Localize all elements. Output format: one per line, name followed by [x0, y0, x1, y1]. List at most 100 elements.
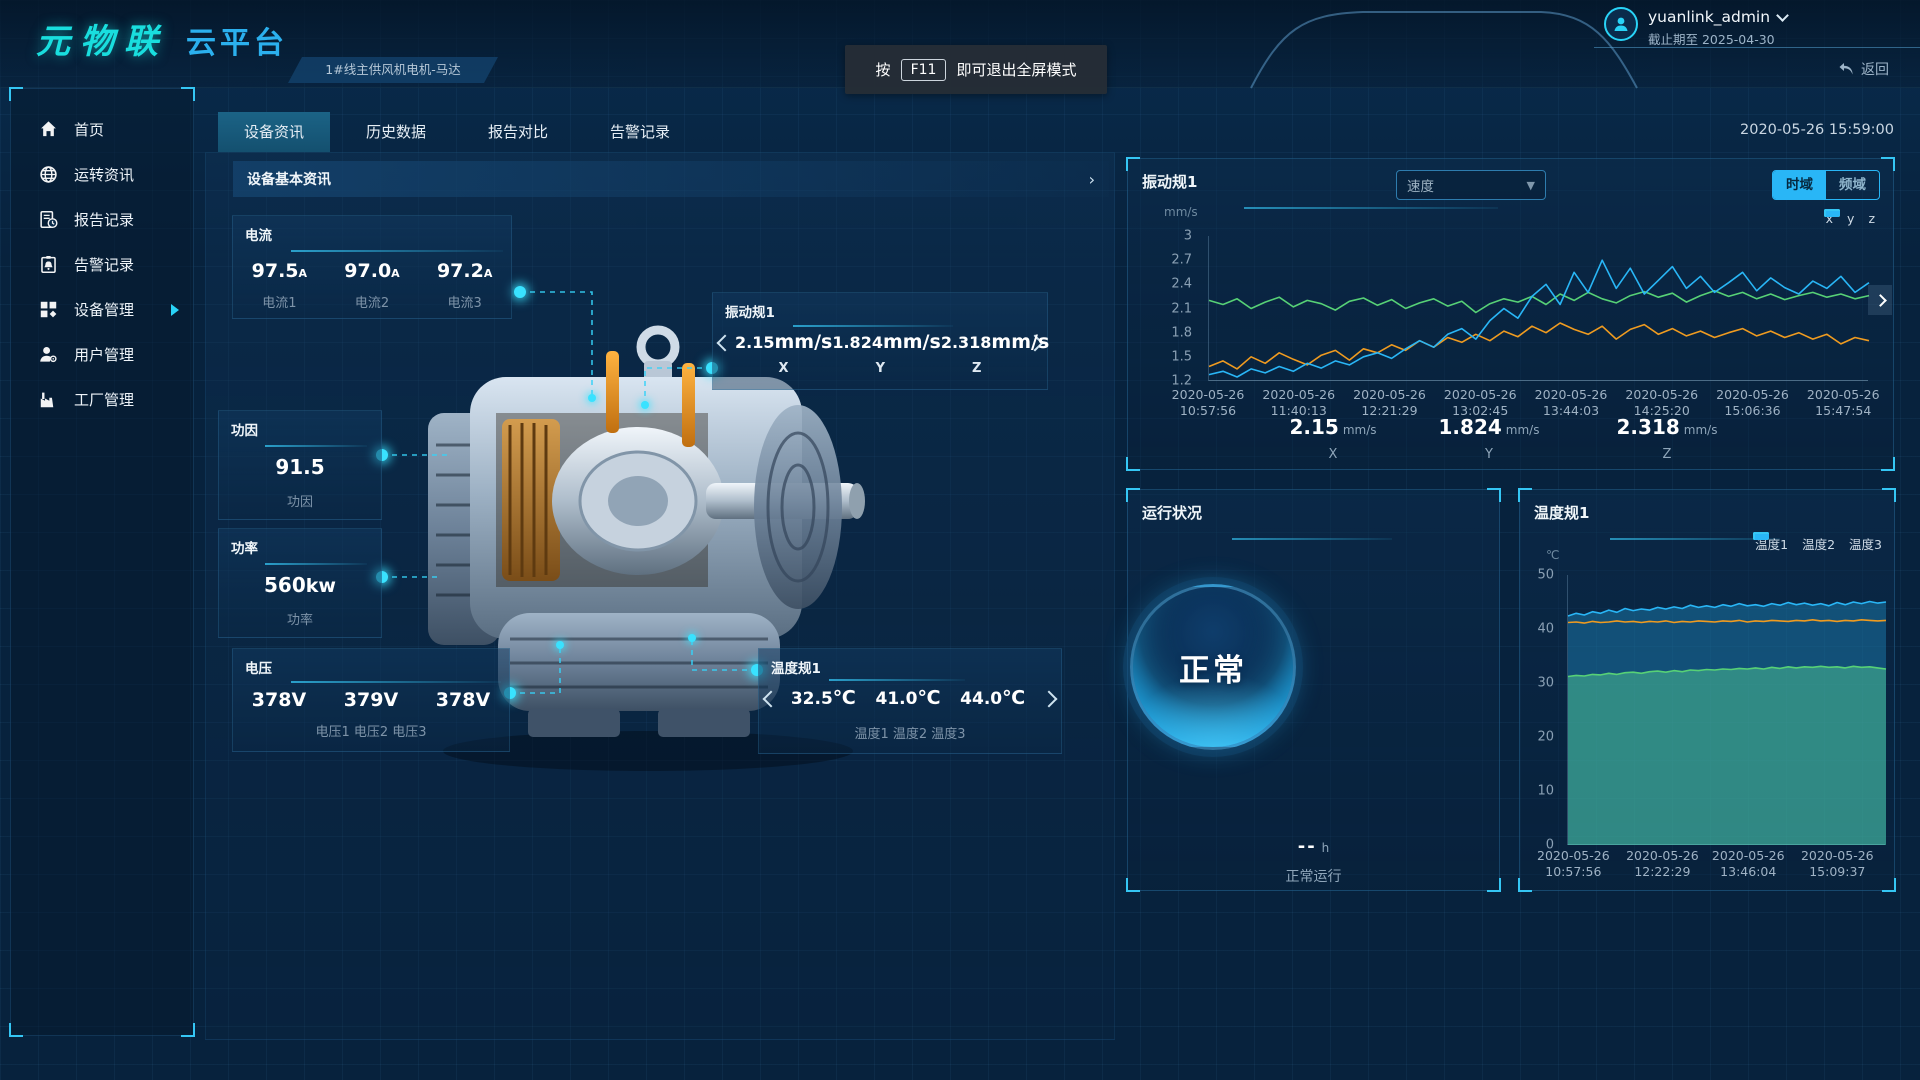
- legend-item[interactable]: z: [1868, 211, 1875, 226]
- current-2-value: 97.0: [344, 260, 391, 282]
- sidebar-item-operation-info[interactable]: 运转资讯: [11, 152, 193, 197]
- sidebar-item-report-records[interactable]: 报告记录: [11, 197, 193, 242]
- frequency-domain-button[interactable]: 频域: [1826, 171, 1879, 199]
- next-gauge-arrow[interactable]: [1041, 691, 1058, 708]
- power-factor-callout: 功因 91.5 功因: [218, 410, 382, 520]
- y-axis-tick: 10: [1537, 784, 1554, 799]
- status-panel: 运行状况 正常 --h 正常运行: [1127, 489, 1500, 891]
- tab-device-info[interactable]: 设备资讯: [218, 112, 330, 152]
- axis-label: Y: [876, 361, 885, 376]
- legend-item[interactable]: y: [1847, 211, 1854, 226]
- voltage-3-value: 378: [436, 689, 476, 711]
- unit: mm/s: [1684, 423, 1718, 437]
- unit: kw: [306, 575, 336, 597]
- sidebar-item-label: 报告记录: [74, 209, 134, 230]
- summary-y-value: 1.824: [1439, 415, 1502, 439]
- prev-gauge-arrow[interactable]: [763, 691, 780, 708]
- username: yuanlink_admin: [1648, 8, 1770, 26]
- x-axis-label: 2020-05-2615:09:37: [1801, 848, 1874, 880]
- factory-icon: [39, 390, 58, 409]
- y-axis-unit: ℃: [1546, 548, 1559, 562]
- user-icon: [1611, 14, 1631, 34]
- section-title: 设备基本资讯: [247, 169, 331, 189]
- tab-alarm-records[interactable]: 告警记录: [584, 112, 696, 152]
- connector-dot: [588, 394, 596, 402]
- axis-label: Y: [1424, 447, 1554, 462]
- unit: A: [391, 267, 400, 280]
- current-2-label: 电流2: [355, 292, 389, 311]
- sidebar-item-home[interactable]: 首页: [11, 107, 193, 152]
- y-axis-tick: 40: [1537, 622, 1554, 637]
- voltage-labels: 电压1 电压2 电压3: [315, 725, 426, 740]
- sidebar-item-alarm-records[interactable]: 告警记录: [11, 242, 193, 287]
- sidebar-item-label: 工厂管理: [74, 389, 134, 410]
- f11-key: F11: [901, 59, 947, 81]
- y-axis-tick: 30: [1537, 676, 1554, 691]
- y-axis-unit: mm/s: [1164, 205, 1198, 219]
- unit: h: [1322, 841, 1330, 855]
- unit: A: [299, 267, 308, 280]
- tab-history-data[interactable]: 历史数据: [340, 112, 452, 152]
- y-axis-tick: 3: [1184, 229, 1192, 244]
- back-button[interactable]: 返回: [1832, 58, 1895, 80]
- header: 元物联 云平台 1#线主供风机电机-马达 按 F11 即可退出全屏模式 yuan…: [0, 0, 1920, 88]
- y-axis-tick: 2.1: [1171, 301, 1192, 316]
- unit: mm/s: [1506, 423, 1540, 437]
- vib-y-value: 1.824: [832, 333, 883, 352]
- callout-title: 电压: [245, 657, 272, 677]
- legend-item[interactable]: 温度2: [1802, 534, 1835, 553]
- temp-2-value: 41.0: [876, 689, 918, 709]
- y-axis-tick: 1.5: [1171, 349, 1192, 364]
- current-3-label: 电流3: [448, 292, 482, 311]
- status-indicator: 正常: [1130, 584, 1296, 750]
- prev-gauge-arrow[interactable]: [717, 335, 734, 352]
- unit: V: [383, 689, 398, 711]
- submenu-arrow-icon: [171, 304, 179, 316]
- vibration-callout: 振动规1 2.15mm/s 1.824mm/s 2.318mm/s X Y Z: [712, 292, 1048, 390]
- panel-next-arrow[interactable]: [1868, 285, 1892, 315]
- sidebar-item-user-management[interactable]: 用户管理: [11, 332, 193, 377]
- vibration-plot-area: [1208, 236, 1868, 381]
- sidebar-item-factory-management[interactable]: 工厂管理: [11, 377, 193, 422]
- axis-label: Z: [972, 361, 981, 376]
- measure-type-dropdown[interactable]: 速度 ▼: [1396, 170, 1546, 200]
- tab-report-compare[interactable]: 报告对比: [462, 112, 574, 152]
- x-axis-label: 2020-05-2612:22:29: [1626, 848, 1699, 880]
- temperature-legend: 温度1温度2温度3: [1755, 534, 1882, 553]
- breadcrumb: 1#线主供风机电机-马达: [288, 57, 498, 83]
- fullscreen-exit-notice: 按 F11 即可退出全屏模式: [845, 45, 1107, 94]
- vib-x-value: 2.15: [735, 333, 774, 352]
- license-expiry: 截止期至 2025-04-30: [1648, 29, 1775, 48]
- legend-swatch: [1824, 209, 1840, 217]
- section-expand-arrow[interactable]: ›: [1089, 170, 1095, 189]
- voltage-callout: 电压 378V 379V 378V 电压1 电压2 电压3: [232, 648, 510, 752]
- connector-dot: [514, 286, 526, 298]
- sidebar-item-label: 用户管理: [74, 344, 134, 365]
- alarm-icon: [39, 255, 58, 274]
- x-axis: 2020-05-2610:57:562020-05-2612:22:292020…: [1567, 848, 1885, 882]
- axis-label: X: [779, 361, 789, 376]
- temperature-plot-area: [1567, 575, 1885, 845]
- power-label: 功率: [287, 613, 313, 628]
- time-domain-button[interactable]: 时域: [1773, 171, 1826, 199]
- axis-label: X: [1268, 447, 1398, 462]
- sidebar-item-label: 首页: [74, 119, 104, 140]
- panel-title: 温度规1: [1534, 502, 1589, 523]
- unit: ℃: [1002, 687, 1025, 709]
- y-axis-tick: 2.4: [1171, 277, 1192, 292]
- globe-icon: [39, 165, 58, 184]
- brand-logo: 元物联: [36, 14, 168, 63]
- current-1-value: 97.5: [252, 260, 299, 282]
- user-gear-icon: [39, 345, 58, 364]
- callout-title: 振动规1: [725, 301, 775, 321]
- user-menu[interactable]: yuanlink_admin: [1648, 8, 1787, 26]
- sidebar-item-device-management[interactable]: 设备管理: [11, 287, 193, 332]
- home-icon: [39, 120, 58, 139]
- sidebar-item-label: 运转资讯: [74, 164, 134, 185]
- x-axis-label: 2020-05-2613:46:04: [1712, 848, 1785, 880]
- legend-item[interactable]: 温度3: [1849, 534, 1882, 553]
- callout-title: 功因: [231, 419, 258, 439]
- sidebar-item-label: 告警记录: [74, 254, 134, 275]
- callout-title: 电流: [245, 224, 272, 244]
- devices-icon: [39, 300, 58, 319]
